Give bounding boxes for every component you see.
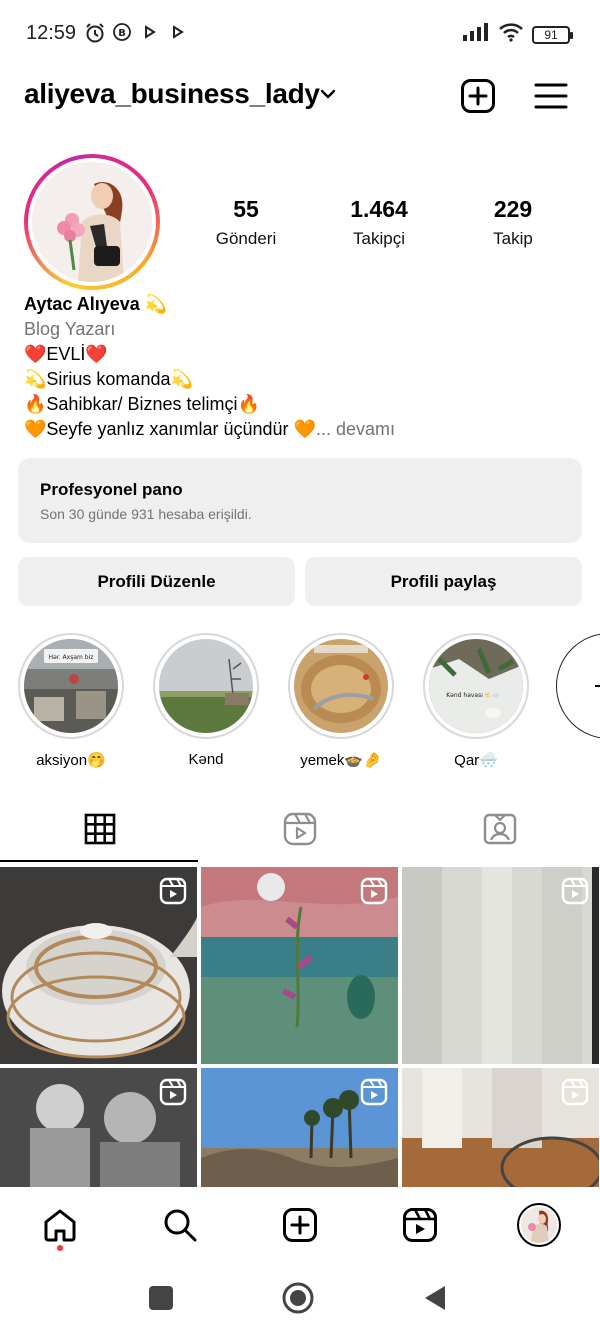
status-time: 12:59 bbox=[26, 22, 77, 44]
professional-dashboard[interactable]: Profesyonel pano Son 30 günde 931 hesaba… bbox=[18, 458, 582, 543]
posts-count-label: Gönderi bbox=[215, 229, 277, 248]
profile-header: aliyeva_business_lady bbox=[0, 72, 600, 118]
profile-name: Aytac Alıyeva 💫 bbox=[24, 294, 168, 314]
highlight-cover: Hər. Axşam biz bbox=[24, 639, 118, 733]
following-count-label: Takip bbox=[493, 229, 533, 248]
highlight-label: Qar🌨️ bbox=[454, 752, 498, 769]
square-icon bbox=[149, 1286, 173, 1310]
hamburger-icon bbox=[534, 83, 568, 109]
nav-search-button[interactable] bbox=[158, 1203, 202, 1247]
back-button[interactable] bbox=[418, 1281, 452, 1315]
bio-more-link[interactable]: ... devamı bbox=[316, 419, 395, 439]
followers-count-label: Takipçi bbox=[353, 229, 405, 248]
edit-profile-button[interactable]: Profili Düzenle bbox=[18, 557, 295, 606]
highlight-cover bbox=[294, 639, 388, 733]
back-triangle-icon bbox=[425, 1286, 445, 1310]
battery-indicator: 91 bbox=[532, 25, 573, 44]
posts-count-value: 55 bbox=[233, 196, 259, 222]
b-app-icon: B bbox=[112, 22, 132, 47]
tab-tagged[interactable] bbox=[400, 796, 600, 862]
notification-dot bbox=[57, 1245, 63, 1251]
story-highlight[interactable]: Kənd havası 🌤️🌨️ Qar🌨️ bbox=[423, 633, 529, 769]
story-highlight[interactable]: Kənd bbox=[153, 633, 259, 768]
following-count-value: 229 bbox=[493, 196, 533, 222]
grid-post[interactable] bbox=[402, 867, 599, 1064]
tab-posts-grid[interactable] bbox=[0, 796, 200, 862]
reel-badge-icon bbox=[561, 1078, 589, 1111]
grid-icon bbox=[84, 813, 116, 845]
reels-icon bbox=[403, 1208, 437, 1242]
home-system-button[interactable] bbox=[281, 1281, 315, 1315]
chevron-down-icon[interactable] bbox=[318, 84, 338, 109]
bio-line: ❤️EVLİ❤️ bbox=[24, 344, 108, 364]
highlight-caption: Kənd havası 🌤️🌨️ bbox=[446, 691, 500, 699]
highlight-label: Y bbox=[556, 751, 600, 768]
recents-button[interactable] bbox=[144, 1281, 178, 1315]
tab-reels[interactable] bbox=[200, 796, 400, 862]
following-count[interactable]: 229 Takip bbox=[458, 196, 568, 249]
play-notification-icon bbox=[142, 22, 158, 47]
circle-home-icon bbox=[282, 1282, 314, 1314]
profile-tabs bbox=[0, 796, 600, 864]
grid-post[interactable] bbox=[0, 1068, 197, 1187]
reel-badge-icon bbox=[159, 1078, 187, 1111]
avatar bbox=[32, 162, 152, 282]
menu-button[interactable] bbox=[531, 76, 571, 116]
followers-count[interactable]: 1.464 Takipçi bbox=[324, 196, 434, 249]
new-highlight[interactable]: Y bbox=[556, 633, 600, 768]
reels-icon bbox=[283, 812, 317, 846]
highlight-label: aksiyon🤭 bbox=[36, 752, 106, 769]
plus-square-icon bbox=[461, 79, 495, 113]
profile-category: Blog Yazarı bbox=[24, 319, 116, 339]
profile-bio: Aytac Alıyeva 💫 Blog Yazarı ❤️EVLİ❤️ 💫Si… bbox=[24, 292, 584, 442]
signal-icon bbox=[462, 23, 490, 46]
plus-icon bbox=[595, 685, 600, 687]
home-icon bbox=[44, 1209, 76, 1242]
bio-line: 🧡Seyfe yanlız xanımlar üçündür 🧡 bbox=[24, 419, 316, 439]
grid-post[interactable] bbox=[402, 1068, 599, 1187]
bio-line: 🔥Sahibkar/ Biznes telimçi🔥 bbox=[24, 394, 260, 414]
grid-post[interactable] bbox=[201, 867, 398, 1064]
story-highlight[interactable]: yemek🍲🤌 bbox=[288, 633, 394, 769]
system-navigation bbox=[0, 1263, 600, 1332]
highlight-cover bbox=[159, 639, 253, 733]
share-profile-button[interactable]: Profili paylaş bbox=[305, 557, 582, 606]
status-bar: 12:59 B 91 bbox=[0, 0, 600, 68]
highlight-label: yemek🍲🤌 bbox=[300, 752, 382, 769]
posts-count[interactable]: 55 Gönderi bbox=[191, 196, 301, 249]
username-switcher[interactable]: aliyeva_business_lady bbox=[24, 78, 320, 110]
search-icon bbox=[164, 1209, 197, 1242]
plus-square-icon bbox=[283, 1208, 317, 1242]
dashboard-title: Profesyonel pano bbox=[40, 480, 183, 499]
grid-post[interactable] bbox=[201, 1068, 398, 1187]
bio-line: 💫Sirius komanda💫 bbox=[24, 369, 193, 389]
nav-profile-button[interactable] bbox=[517, 1203, 561, 1247]
nav-home-button[interactable] bbox=[38, 1203, 82, 1247]
tagged-user-icon bbox=[483, 813, 517, 845]
nav-reels-button[interactable] bbox=[398, 1203, 442, 1247]
reel-badge-icon bbox=[360, 1078, 388, 1111]
highlight-cover: Kənd havası 🌤️🌨️ bbox=[429, 639, 523, 733]
svg-text:B: B bbox=[118, 28, 126, 39]
create-post-button[interactable] bbox=[458, 76, 498, 116]
bottom-navigation bbox=[0, 1187, 600, 1263]
active-tab-indicator bbox=[0, 860, 198, 862]
reel-badge-icon bbox=[159, 877, 187, 910]
reel-badge-icon bbox=[360, 877, 388, 910]
nav-create-button[interactable] bbox=[278, 1203, 322, 1247]
avatar bbox=[517, 1203, 561, 1247]
dashboard-subtitle: Son 30 günde 931 hesaba erişildi. bbox=[40, 506, 252, 522]
grid-post[interactable] bbox=[0, 867, 197, 1064]
followers-count-value: 1.464 bbox=[350, 196, 408, 222]
reel-badge-icon bbox=[561, 877, 589, 910]
wifi-icon bbox=[498, 22, 524, 47]
story-highlight[interactable]: Hər. Axşam biz aksiyon🤭 bbox=[18, 633, 124, 769]
alarm-icon bbox=[84, 22, 106, 49]
profile-avatar[interactable] bbox=[24, 154, 160, 290]
play-notification-icon bbox=[170, 22, 186, 47]
highlight-label: Kənd bbox=[188, 751, 224, 768]
highlight-caption: Hər. Axşam biz bbox=[49, 654, 94, 661]
